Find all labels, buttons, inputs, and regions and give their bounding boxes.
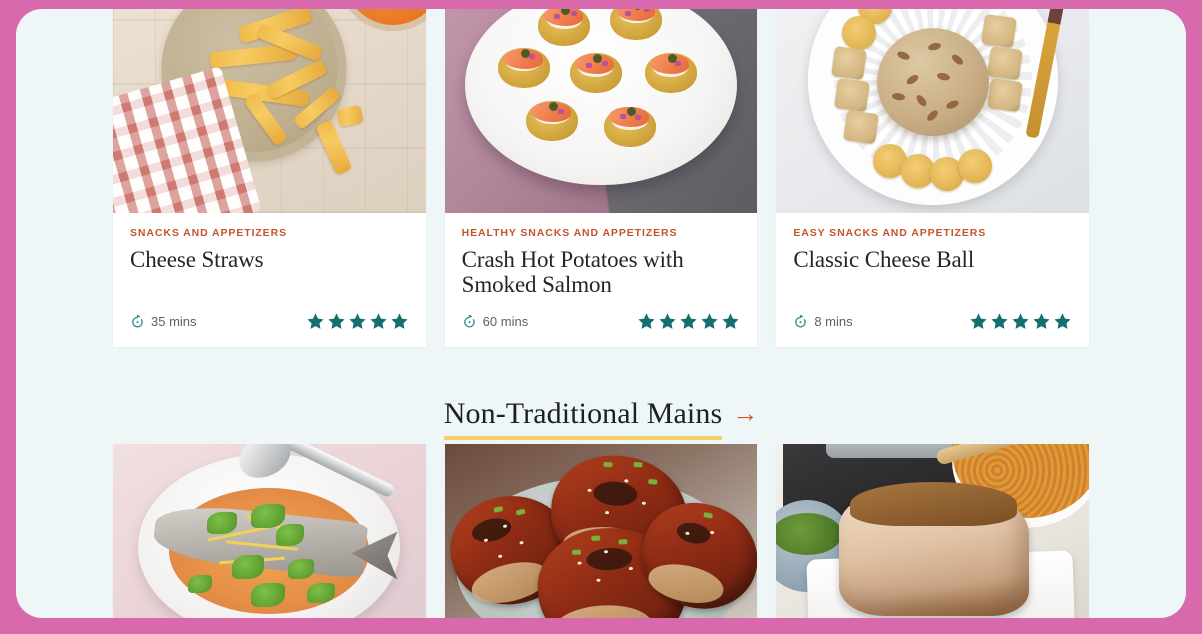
recipe-card[interactable]: EASY SNACKS AND APPETIZERS Classic Chees… [776,9,1090,348]
recipe-rating[interactable] [637,312,740,331]
recipe-category-label[interactable]: EASY SNACKS AND APPETIZERS [793,227,1072,240]
drink-glass [337,9,426,31]
non-traditional-mains-link[interactable]: Non-Traditional Mains → [443,397,759,440]
star-icon [701,313,718,329]
timer-icon [463,314,475,328]
section-heading: Non-Traditional Mains → [16,397,1186,440]
section-title: Non-Traditional Mains [443,397,723,440]
recipe-card-body: HEALTHY SNACKS AND APPETIZERS Crash Hot … [445,213,758,298]
recipe-card[interactable] [776,444,1090,618]
star-icon [1054,313,1071,329]
recipe-card-grid-row-1: SNACKS AND APPETIZERS Cheese Straws 35 m… [113,9,1090,348]
cheese-ball [876,28,989,137]
recipe-card-grid-row-2 [113,444,1090,618]
star-icon [349,313,366,329]
star-icon [991,313,1008,329]
recipe-title[interactable]: Crash Hot Potatoes with Smoked Salmon [462,247,741,299]
recipe-time: 60 mins [462,314,529,330]
page-canvas: SNACKS AND APPETIZERS Cheese Straws 35 m… [16,9,1186,618]
recipe-thumbnail[interactable] [444,9,758,213]
recipe-card[interactable]: HEALTHY SNACKS AND APPETIZERS Crash Hot … [444,9,758,348]
star-icon [659,313,676,329]
recipe-card-footer: 8 mins [776,312,1089,347]
photo-bbq-chicken [444,444,758,618]
star-icon [680,313,697,329]
recipe-time: 8 mins [793,314,853,330]
recipe-time: 35 mins [130,314,197,329]
timer-icon [795,314,807,328]
recipe-thumbnail[interactable] [113,9,426,213]
recipe-card-body: EASY SNACKS AND APPETIZERS Classic Chees… [776,213,1089,298]
pork-crackling [850,481,1018,527]
star-icon [638,313,655,329]
star-icon [391,313,408,329]
arrow-right-icon: → [732,398,759,428]
roast-pork [838,481,1029,616]
recipe-time-label: 60 mins [482,314,529,330]
photo-crash-hot-potatoes [444,9,758,213]
pink-page-frame: SNACKS AND APPETIZERS Cheese Straws 35 m… [0,0,1202,634]
recipe-rating[interactable] [306,312,409,331]
photo-classic-cheese-ball [776,9,1090,213]
star-icon [1033,313,1050,329]
recipe-rating[interactable] [969,312,1072,331]
star-icon [307,313,324,329]
recipe-card-footer: 60 mins [445,312,758,347]
recipe-card[interactable] [113,444,426,618]
recipe-category-label[interactable]: HEALTHY SNACKS AND APPETIZERS [462,227,741,240]
recipe-time-label: 35 mins [151,314,197,330]
recipe-thumbnail[interactable] [776,444,1090,618]
recipe-thumbnail[interactable] [776,9,1090,213]
star-icon [722,313,739,329]
recipe-card[interactable]: SNACKS AND APPETIZERS Cheese Straws 35 m… [113,9,426,348]
photo-cheese-straws [113,9,426,213]
recipe-card-footer: 35 mins [113,312,426,347]
recipe-time-label: 8 mins [814,314,853,330]
recipe-card[interactable] [444,444,758,618]
timer-icon [132,314,143,328]
star-icon [1012,313,1029,329]
recipe-category-label[interactable]: SNACKS AND APPETIZERS [130,227,409,240]
photo-roast-pork [776,444,1090,618]
star-icon [328,313,345,329]
recipe-thumbnail[interactable] [444,444,758,618]
recipe-card-body: SNACKS AND APPETIZERS Cheese Straws [113,213,426,298]
recipe-thumbnail[interactable] [113,444,426,618]
photo-steamed-fish [113,444,426,618]
star-icon [370,313,387,329]
star-icon [970,313,987,329]
recipe-title[interactable]: Cheese Straws [130,247,409,273]
recipe-title[interactable]: Classic Cheese Ball [793,247,1072,273]
